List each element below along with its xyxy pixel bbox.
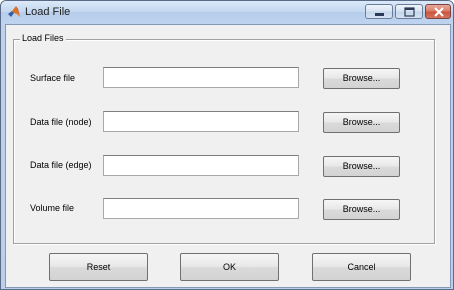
- load-file-window: Load File Load Files Surface file Browse…: [0, 0, 454, 290]
- cancel-button[interactable]: Cancel: [312, 253, 411, 281]
- data-node-browse-button[interactable]: Browse...: [323, 112, 400, 133]
- close-icon: [434, 7, 444, 17]
- minimize-button[interactable]: [365, 4, 393, 19]
- data-node-label: Data file (node): [30, 117, 92, 127]
- dialog-body: Load Files Surface file Browse... Data f…: [5, 24, 451, 288]
- data-edge-input[interactable]: [103, 155, 299, 176]
- reset-button[interactable]: Reset: [49, 253, 148, 281]
- group-title: Load Files: [20, 33, 66, 43]
- surface-file-label: Surface file: [30, 73, 76, 83]
- volume-file-label: Volume file: [30, 203, 75, 213]
- data-node-input[interactable]: [103, 111, 299, 132]
- window-title: Load File: [25, 6, 71, 18]
- volume-file-input[interactable]: [103, 198, 299, 219]
- surface-file-input[interactable]: [103, 67, 299, 88]
- load-files-group: Load Files Surface file Browse... Data f…: [13, 33, 435, 244]
- title-bar[interactable]: Load File: [1, 1, 453, 23]
- minimize-icon: [375, 13, 384, 16]
- data-edge-browse-button[interactable]: Browse...: [323, 156, 400, 177]
- maximize-icon: [404, 7, 415, 17]
- ok-button[interactable]: OK: [180, 253, 279, 281]
- matlab-logo-icon: [7, 5, 21, 19]
- close-button[interactable]: [425, 4, 451, 19]
- data-edge-label: Data file (edge): [30, 160, 92, 170]
- maximize-button[interactable]: [395, 4, 423, 19]
- volume-browse-button[interactable]: Browse...: [323, 199, 400, 220]
- surface-browse-button[interactable]: Browse...: [323, 68, 400, 89]
